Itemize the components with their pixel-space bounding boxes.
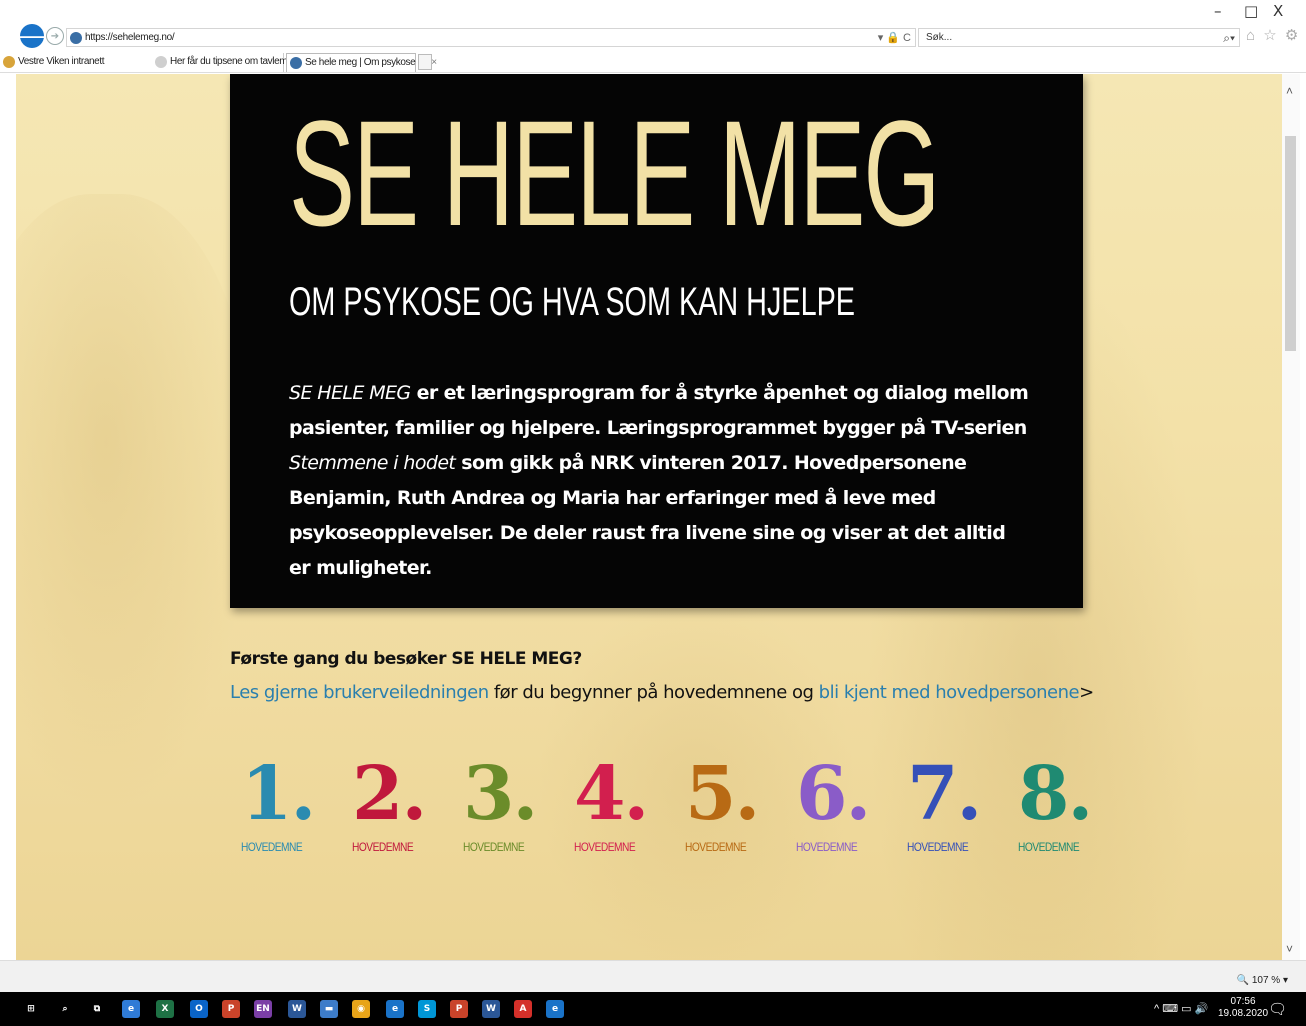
tab-label: Vestre Viken intranett — [18, 56, 105, 67]
topic-label: HOVEDEMNE — [1018, 840, 1080, 854]
edge-icon[interactable]: e — [122, 1000, 140, 1018]
tv-series-name: Stemmene i hodet — [289, 452, 456, 474]
search-icon[interactable]: ⌕ — [56, 1000, 74, 1018]
ie-icon[interactable]: e — [386, 1000, 404, 1018]
topic-7-link[interactable]: 7. HOVEDEMNE — [907, 754, 997, 854]
ie-active-icon[interactable]: e — [546, 1000, 564, 1018]
topic-3-link[interactable]: 3. HOVEDEMNE — [463, 754, 553, 854]
meet-characters-link[interactable]: bli kjent med hovedpersonene — [819, 682, 1080, 703]
file-explorer-icon[interactable]: ▬ — [320, 1000, 338, 1018]
tab-vestre-viken[interactable]: Vestre Viken intranett — [0, 53, 150, 72]
address-controls[interactable]: ▾ 🔒 C — [878, 31, 911, 44]
wordpress-icon — [70, 32, 82, 44]
tab-row: Vestre Viken intranett Her får du tipsen… — [0, 52, 1306, 73]
powerpoint-icon[interactable]: P — [222, 1000, 240, 1018]
vertical-scrollbar[interactable]: ˄ ˅ — [1282, 74, 1300, 960]
onenote-en-icon[interactable]: EN — [254, 1000, 272, 1018]
background-figure — [16, 194, 256, 814]
back-button[interactable]: 🡐 — [12, 24, 52, 48]
intro-mid-text: før du begynner på hovedemnene og — [488, 682, 819, 703]
topic-6-link[interactable]: 6. HOVEDEMNE — [796, 754, 886, 854]
taskbar: ⊞ ⌕ ⧉ e X O P EN W ▬ ◉ e S P W Ae ^ ⌨ ▭ 🔊 07:56 19.08.2… — [0, 992, 1306, 1026]
topic-label: HOVEDEMNE — [241, 840, 303, 854]
program-name: SE HELE MEG — [289, 382, 411, 404]
clock-date: 19.08.2020 — [1218, 1008, 1269, 1019]
acrobat-icon[interactable]: A — [514, 1000, 532, 1018]
tab-tavlemote[interactable]: Her får du tipsene om tavlemø... — [152, 53, 300, 72]
toolbar-icons[interactable]: ⌂ ☆ ⚙ — [1246, 26, 1300, 44]
topic-number: 6. — [796, 751, 871, 837]
task-view-icon[interactable]: ⧉ — [88, 1000, 106, 1018]
scroll-thumb[interactable] — [1285, 136, 1296, 351]
system-tray[interactable]: ^ ⌨ ▭ 🔊 — [1154, 1002, 1208, 1015]
chrome-icon[interactable]: ◉ — [352, 1000, 370, 1018]
new-tab-button[interactable] — [418, 54, 432, 70]
topic-8-link[interactable]: 8. HOVEDEMNE — [1018, 754, 1108, 854]
topic-number: 3. — [463, 751, 538, 837]
skype-icon[interactable]: S — [418, 1000, 436, 1018]
topic-1-link[interactable]: 1. HOVEDEMNE — [241, 754, 331, 854]
topic-label: HOVEDEMNE — [574, 840, 636, 854]
powerpoint2-icon[interactable]: P — [450, 1000, 468, 1018]
browser-chrome: – □ X 🡐 ➔ https://sehelemeg.no/ ▾ 🔒 C Sø… — [0, 0, 1306, 74]
topic-number: 2. — [352, 751, 427, 837]
close-button[interactable]: X — [1273, 2, 1283, 20]
url-text: https://sehelemeg.no/ — [85, 32, 175, 43]
hero-subtitle: OM PSYKOSE OG HVA SOM KAN HJELPE — [289, 280, 856, 324]
topic-number: 8. — [1018, 751, 1093, 837]
word-icon[interactable]: W — [288, 1000, 306, 1018]
maximize-button[interactable]: □ — [1244, 2, 1258, 20]
search-box[interactable]: Søk... ⌕▾ — [918, 28, 1240, 47]
excel-icon[interactable]: X — [156, 1000, 174, 1018]
topic-label: HOVEDEMNE — [352, 840, 414, 854]
hero-title: SE HELE MEG — [289, 89, 940, 257]
search-placeholder: Søk... — [926, 32, 953, 43]
topic-5-link[interactable]: 5. HOVEDEMNE — [685, 754, 775, 854]
word2-icon[interactable]: W — [482, 1000, 500, 1018]
notifications-icon[interactable]: 🗨 — [1268, 1000, 1287, 1018]
topic-label: HOVEDEMNE — [907, 840, 969, 854]
clock[interactable]: 07:56 19.08.2020 — [1218, 996, 1268, 1020]
topic-number: 4. — [574, 751, 649, 837]
ie-icon — [3, 56, 15, 68]
clock-time: 07:56 — [1230, 996, 1256, 1007]
scroll-up-icon[interactable]: ˄ — [1286, 84, 1293, 98]
page-icon — [155, 56, 167, 68]
scroll-down-icon[interactable]: ˅ — [1286, 942, 1293, 956]
search-icon[interactable]: ⌕▾ — [1223, 31, 1235, 46]
zoom-control[interactable]: 🔍 107 % ▾ — [1237, 975, 1288, 986]
outlook-icon[interactable]: O — [190, 1000, 208, 1018]
tab-label: Se hele meg | Om psykose ... — [305, 57, 425, 68]
topic-number: 7. — [907, 751, 982, 837]
minimize-button[interactable]: – — [1214, 2, 1222, 20]
wordpress-icon — [290, 57, 302, 69]
address-bar[interactable]: https://sehelemeg.no/ ▾ 🔒 C — [66, 28, 916, 47]
page-viewport: SE HELE MEG OM PSYKOSE OG HVA SOM KAN HJ… — [16, 74, 1282, 960]
intro-line: Les gjerne brukerveiledningen før du beg… — [230, 682, 1094, 703]
arrow-glyph: > — [1079, 682, 1094, 703]
tab-close-icon[interactable]: × — [431, 57, 437, 68]
forward-button[interactable]: ➔ — [46, 27, 64, 45]
tab-se-hele-meg[interactable]: Se hele meg | Om psykose ... × — [286, 53, 437, 72]
hero-description: SE HELE MEG er et læringsprogram for å s… — [289, 376, 1029, 586]
first-visit-question: Første gang du besøker SE HELE MEG? — [230, 649, 582, 669]
windows-start-icon[interactable]: ⊞ — [22, 1000, 40, 1018]
topic-label: HOVEDEMNE — [796, 840, 858, 854]
topic-number: 1. — [241, 751, 316, 837]
topic-number: 5. — [685, 751, 760, 837]
status-bar: 🔍 107 % ▾ — [0, 960, 1306, 992]
topic-2-link[interactable]: 2. HOVEDEMNE — [352, 754, 442, 854]
user-guide-link[interactable]: Les gjerne brukerveiledningen — [230, 682, 489, 703]
topic-4-link[interactable]: 4. HOVEDEMNE — [574, 754, 664, 854]
tab-label: Her får du tipsene om tavlemø... — [170, 56, 301, 67]
topic-label: HOVEDEMNE — [685, 840, 747, 854]
topic-label: HOVEDEMNE — [463, 840, 525, 854]
hero-panel: SE HELE MEG OM PSYKOSE OG HVA SOM KAN HJ… — [230, 74, 1083, 608]
